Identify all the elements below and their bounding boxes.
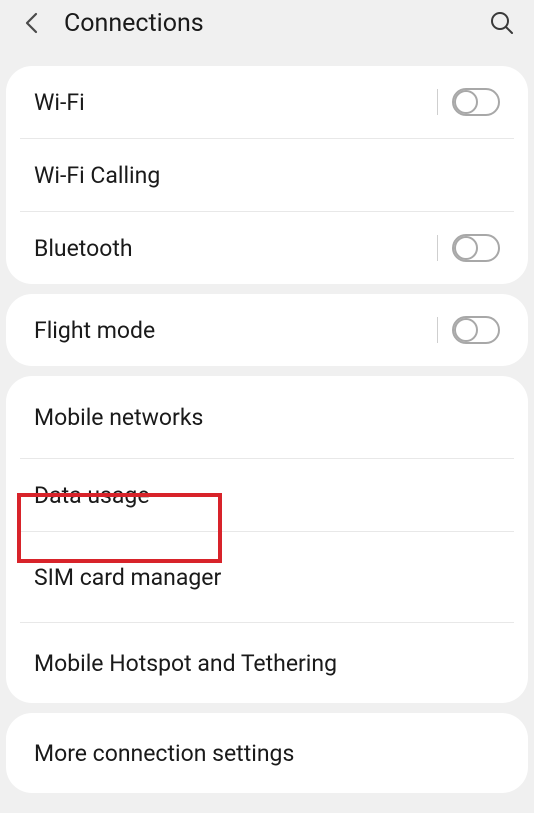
bluetooth-toggle[interactable]	[452, 234, 500, 262]
row-wifi-calling[interactable]: Wi-Fi Calling	[6, 139, 528, 211]
chevron-left-icon	[22, 11, 42, 35]
row-bluetooth[interactable]: Bluetooth	[6, 212, 528, 284]
card-connections-4: More connection settings	[6, 713, 528, 793]
page-title: Connections	[64, 9, 488, 38]
back-button[interactable]	[18, 9, 46, 37]
row-more-connection-settings[interactable]: More connection settings	[6, 713, 528, 793]
wifi-toggle[interactable]	[452, 88, 500, 116]
toggle-knob	[454, 90, 478, 114]
row-wifi[interactable]: Wi-Fi	[6, 66, 528, 138]
row-flight-mode[interactable]: Flight mode	[6, 294, 528, 366]
flight-mode-toggle[interactable]	[452, 316, 500, 344]
row-label: Wi-Fi	[34, 89, 437, 116]
header: Connections	[0, 0, 534, 56]
row-label: Data usage	[34, 482, 500, 509]
card-connections-3: Mobile networks Data usage SIM card mana…	[6, 376, 528, 703]
row-label: Mobile Hotspot and Tethering	[34, 650, 500, 677]
toggle-divider	[437, 317, 438, 343]
toggle-divider	[437, 89, 438, 115]
toggle-knob	[454, 318, 478, 342]
toggle-divider	[437, 235, 438, 261]
toggle-knob	[454, 236, 478, 260]
search-button[interactable]	[488, 9, 516, 37]
row-label: More connection settings	[34, 740, 500, 767]
row-mobile-networks[interactable]: Mobile networks	[6, 376, 528, 458]
row-label: Bluetooth	[34, 235, 437, 262]
row-label: Wi-Fi Calling	[34, 162, 500, 189]
row-sim-card-manager[interactable]: SIM card manager	[6, 532, 528, 622]
row-hotspot-tethering[interactable]: Mobile Hotspot and Tethering	[6, 623, 528, 703]
row-label: SIM card manager	[34, 564, 500, 591]
search-icon	[489, 10, 515, 36]
card-connections-2: Flight mode	[6, 294, 528, 366]
card-connections-1: Wi-Fi Wi-Fi Calling Bluetooth	[6, 66, 528, 284]
row-data-usage[interactable]: Data usage	[6, 459, 528, 531]
row-label: Mobile networks	[34, 404, 500, 431]
row-label: Flight mode	[34, 317, 437, 344]
